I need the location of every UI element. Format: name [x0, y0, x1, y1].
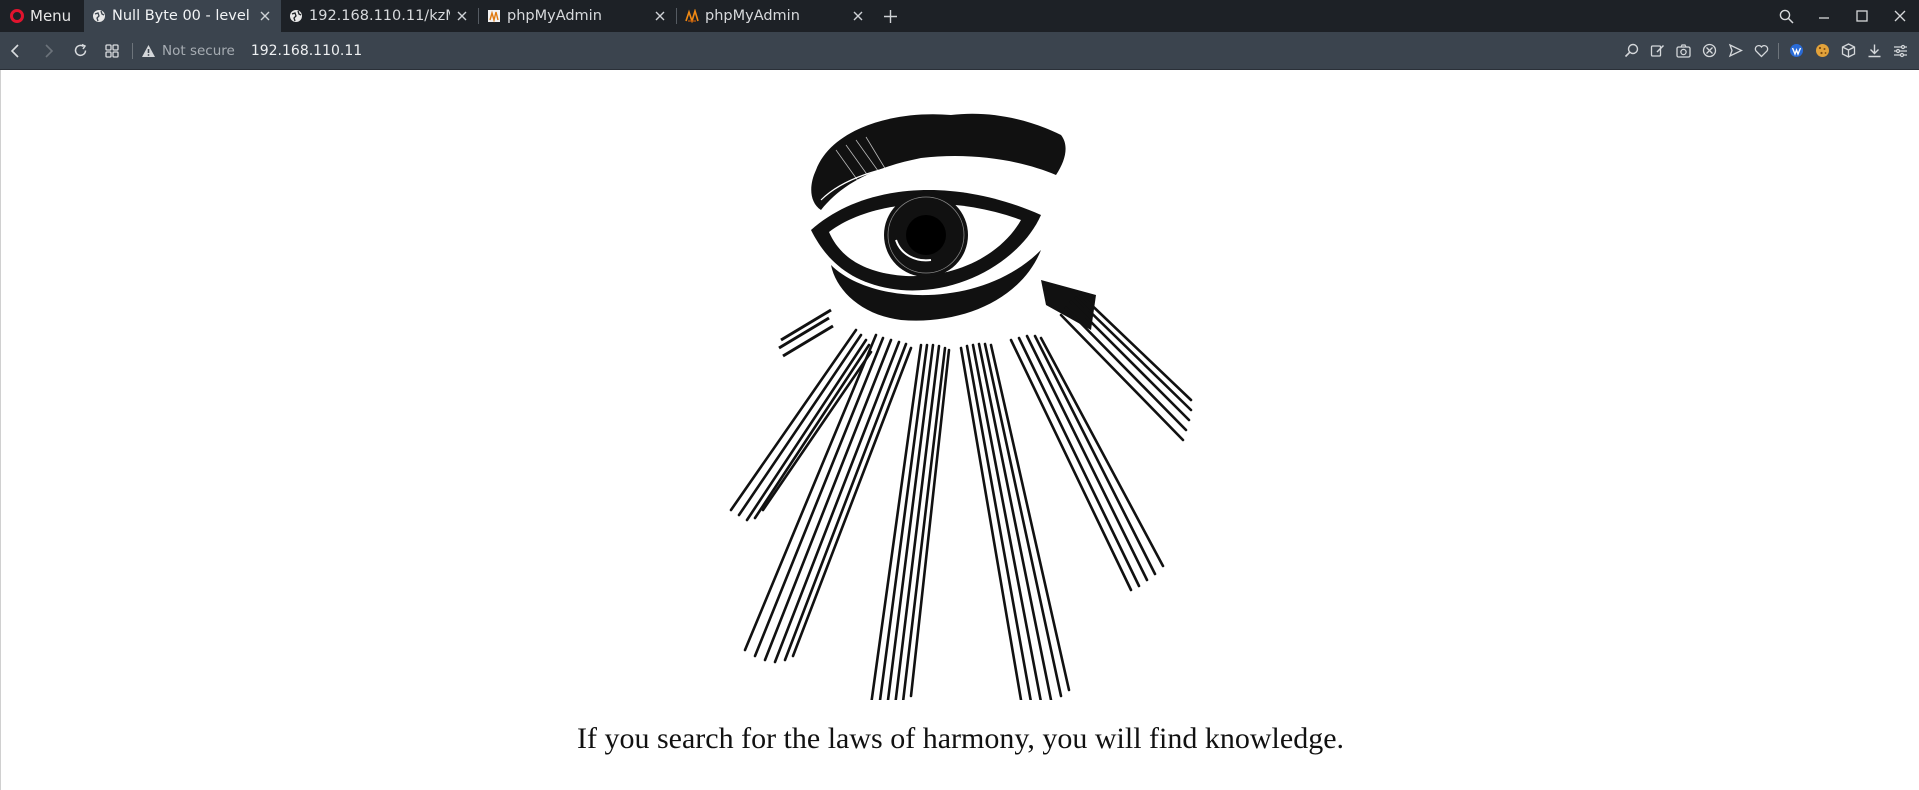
send-button[interactable] [1722, 32, 1748, 70]
zoom-button[interactable] [1618, 32, 1644, 70]
adblock-button[interactable] [1696, 32, 1722, 70]
maximize-icon [1856, 10, 1868, 22]
close-icon [1894, 10, 1906, 22]
reload-button[interactable] [64, 32, 96, 70]
extension-wappalyzer[interactable] [1783, 32, 1809, 70]
edit-button[interactable] [1644, 32, 1670, 70]
tab-strip: Menu Null Byte 00 - level 1 192.168.110.… [0, 0, 1919, 32]
address-toolbar: Not secure 192.168.110.11 [0, 32, 1919, 70]
globe-icon [290, 10, 302, 22]
zoom-icon [1624, 43, 1638, 58]
extension-cookie-editor[interactable] [1809, 32, 1835, 70]
toolbar-extensions [1618, 32, 1919, 70]
tab-title: Null Byte 00 - level 1 [112, 8, 253, 24]
tab-phpmyadmin-2[interactable]: phpMyAdmin [677, 0, 874, 32]
downloads-button[interactable] [1861, 32, 1887, 70]
web-page: If you search for the laws of harmony, y… [0, 70, 1919, 790]
tab-null-byte[interactable]: Null Byte 00 - level 1 [84, 0, 281, 32]
minimize-button[interactable] [1805, 0, 1843, 32]
wappalyzer-icon [1789, 44, 1803, 57]
block-icon [1702, 43, 1716, 58]
maximize-button[interactable] [1843, 0, 1881, 32]
warning-icon [142, 44, 155, 57]
all-seeing-eye-image [729, 113, 1193, 700]
snapshot-button[interactable] [1670, 32, 1696, 70]
forward-button[interactable] [32, 32, 64, 70]
opera-logo-icon [10, 9, 24, 23]
heart-icon [1754, 44, 1768, 57]
phpmyadmin-icon [685, 9, 699, 23]
tab-phpmyadmin-1[interactable]: phpMyAdmin [479, 0, 676, 32]
chevron-left-icon [10, 43, 19, 58]
pencil-icon [1650, 44, 1664, 57]
grid-icon [105, 43, 119, 58]
send-icon [1728, 43, 1743, 58]
url-field[interactable]: 192.168.110.11 [251, 43, 362, 59]
globe-icon [93, 10, 105, 22]
close-tab-icon[interactable] [652, 8, 668, 24]
extensions-button[interactable] [1835, 32, 1861, 70]
back-button[interactable] [0, 32, 32, 70]
cookie-icon [1815, 44, 1829, 57]
search-icon [1779, 9, 1794, 24]
tab-title: phpMyAdmin [705, 8, 800, 24]
chevron-right-icon [45, 43, 54, 58]
tab-title: 192.168.110.11/kzMb5nVYJw/ [309, 8, 450, 24]
easy-setup-button[interactable] [1887, 32, 1913, 70]
close-tab-icon[interactable] [257, 8, 273, 24]
speed-dial-button[interactable] [96, 32, 128, 70]
security-label: Not secure [162, 42, 235, 59]
opera-menu-button[interactable]: Menu [0, 0, 84, 32]
tab-search-button[interactable] [1767, 0, 1805, 32]
tab-kzmb5[interactable]: 192.168.110.11/kzMb5nVYJw/ [281, 0, 478, 32]
settings-lines-icon [1893, 44, 1907, 57]
close-tab-icon[interactable] [850, 8, 866, 24]
page-quote: If you search for the laws of harmony, y… [576, 722, 1345, 755]
cube-icon [1841, 43, 1855, 58]
camera-icon [1675, 43, 1691, 58]
download-icon [1868, 44, 1880, 58]
menu-label: Menu [30, 7, 72, 25]
minimize-icon [1819, 17, 1829, 19]
close-tab-icon[interactable] [454, 8, 470, 24]
security-indicator[interactable]: Not secure [141, 43, 235, 59]
reload-icon [74, 43, 86, 57]
close-window-button[interactable] [1881, 0, 1919, 32]
toolbar-divider [1778, 42, 1779, 59]
toolbar-divider [132, 42, 133, 59]
new-tab-button[interactable] [874, 0, 906, 32]
bookmark-button[interactable] [1748, 32, 1774, 70]
plus-icon [883, 9, 897, 23]
window-controls [1767, 0, 1919, 32]
phpmyadmin-icon [488, 10, 500, 23]
tab-title: phpMyAdmin [507, 8, 602, 24]
